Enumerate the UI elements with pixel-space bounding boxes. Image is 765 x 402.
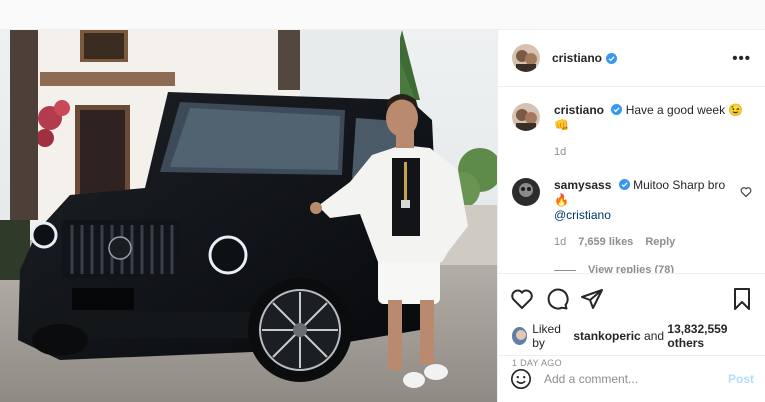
comment-body: samysass Muitoo Sharp bro 🔥 @cristiano 1… xyxy=(554,178,740,250)
comment-icon[interactable] xyxy=(545,287,569,311)
view-replies-button[interactable]: View replies (78) xyxy=(554,264,752,273)
share-icon[interactable] xyxy=(580,287,604,311)
likes-prefix: Liked by xyxy=(532,322,561,350)
caption-author-avatar[interactable] xyxy=(512,103,540,131)
comment-heart-icon[interactable] xyxy=(740,186,752,198)
caption-username[interactable]: cristiano xyxy=(554,103,604,117)
replies-divider xyxy=(554,269,576,271)
post-comment-button[interactable]: Post xyxy=(728,372,754,386)
commenter-username[interactable]: samysass xyxy=(554,178,611,192)
reply-button[interactable]: Reply xyxy=(645,235,675,250)
likes-first-user[interactable]: stankoperic xyxy=(573,329,640,343)
post-side-panel: cristiano ••• cristiano Have a good week… xyxy=(497,30,765,402)
commenter-avatar[interactable] xyxy=(512,178,540,206)
comments-area: cristiano Have a good week 😉👊 1d samysas… xyxy=(498,87,765,273)
comment-input[interactable] xyxy=(544,371,728,386)
post-photo[interactable] xyxy=(0,30,497,402)
post-header: cristiano ••• xyxy=(498,30,765,87)
caption-row: cristiano Have a good week 😉👊 1d xyxy=(512,103,752,160)
view-replies-label: View replies (78) xyxy=(588,264,675,273)
likes-summary: Liked by stankoperic and 13,832,559 othe… xyxy=(498,314,765,350)
likes-joiner: and xyxy=(644,329,665,343)
likes-others[interactable]: 13,832,559 others xyxy=(667,322,752,350)
add-comment-bar: Post xyxy=(498,355,765,401)
more-options-icon[interactable]: ••• xyxy=(732,50,751,67)
comment-row: samysass Muitoo Sharp bro 🔥 @cristiano 1… xyxy=(512,178,752,250)
author-username[interactable]: cristiano xyxy=(552,51,602,65)
author-avatar[interactable] xyxy=(512,44,540,72)
verified-badge-icon xyxy=(606,52,618,64)
comment-mention[interactable]: @cristiano xyxy=(554,208,611,222)
bookmark-icon[interactable] xyxy=(730,287,754,311)
verified-badge-icon xyxy=(618,179,630,190)
caption-body: cristiano Have a good week 😉👊 1d xyxy=(554,103,752,160)
action-icons xyxy=(498,274,765,314)
liker-avatar[interactable] xyxy=(512,327,528,345)
comment-age[interactable]: 1d xyxy=(554,235,566,250)
actions-section: Liked by stankoperic and 13,832,559 othe… xyxy=(498,273,765,401)
heart-icon[interactable] xyxy=(510,287,534,311)
emoji-icon[interactable] xyxy=(510,368,532,390)
caption-age[interactable]: 1d xyxy=(554,145,566,160)
comment-likes[interactable]: 7,659 likes xyxy=(578,235,633,250)
verified-badge-icon xyxy=(611,104,623,115)
page-top-strip xyxy=(0,0,765,30)
instagram-post: cristiano ••• cristiano Have a good week… xyxy=(0,30,765,402)
